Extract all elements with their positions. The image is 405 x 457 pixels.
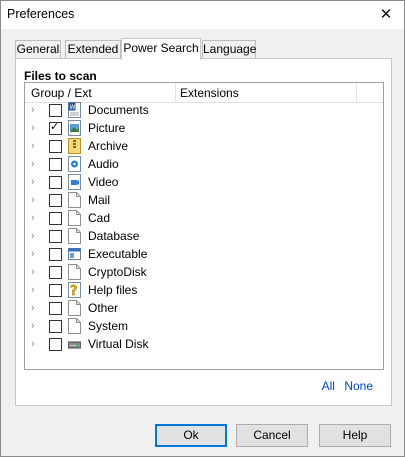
list-item[interactable]: › ✓ Picture: [25, 120, 383, 138]
row-checkbox[interactable]: [49, 212, 62, 225]
list-item[interactable]: › Archive: [25, 138, 383, 156]
expand-chevron-icon[interactable]: ›: [31, 103, 41, 117]
archive-icon: [68, 138, 81, 154]
blank-file-icon: [68, 228, 81, 244]
title-bar: Preferences ✕: [1, 1, 404, 29]
list-item[interactable]: › Virtual Disk: [25, 336, 383, 354]
row-label: Other: [88, 301, 119, 315]
row-label: CryptoDisk: [88, 265, 147, 279]
row-checkbox[interactable]: [49, 284, 62, 297]
row-label: Mail: [88, 193, 111, 207]
row-checkbox[interactable]: [49, 158, 62, 171]
row-checkbox[interactable]: [49, 266, 62, 279]
row-checkbox[interactable]: [49, 302, 62, 315]
row-label: Virtual Disk: [88, 337, 149, 351]
select-none-link[interactable]: None: [344, 379, 373, 393]
blank-file-icon: [68, 300, 81, 316]
row-label: Database: [88, 229, 140, 243]
blank-file-icon: [68, 210, 81, 226]
tab-general[interactable]: General: [15, 40, 61, 58]
list-item[interactable]: › Cad: [25, 210, 383, 228]
expand-chevron-icon[interactable]: ›: [31, 121, 41, 135]
files-to-scan-label: Files to scan: [24, 69, 97, 83]
column-header-extensions[interactable]: Extensions: [180, 86, 239, 100]
preferences-window: Preferences ✕ General Extended Power Sea…: [0, 0, 405, 457]
column-divider[interactable]: [356, 83, 357, 102]
close-icon[interactable]: ✕: [376, 5, 396, 25]
row-checkbox[interactable]: [49, 194, 62, 207]
window-title: Preferences: [7, 7, 75, 21]
row-label: Documents: [88, 103, 149, 117]
blank-file-icon: [68, 318, 81, 334]
svg-text:?: ?: [70, 284, 78, 298]
help-button[interactable]: Help: [319, 424, 391, 447]
list-item[interactable]: › CryptoDisk: [25, 264, 383, 282]
word-document-icon: W: [68, 102, 81, 118]
list-item[interactable]: › Executable: [25, 246, 383, 264]
row-checkbox[interactable]: [49, 248, 62, 261]
list-item[interactable]: › System: [25, 318, 383, 336]
audio-file-icon: [68, 156, 81, 172]
row-checkbox[interactable]: [49, 320, 62, 333]
list-item[interactable]: › Audio: [25, 156, 383, 174]
row-label: System: [88, 319, 129, 333]
help-file-icon: ?: [68, 282, 81, 299]
list-item[interactable]: › Mail: [25, 192, 383, 210]
svg-text:W: W: [70, 104, 76, 111]
blank-file-icon: [68, 264, 81, 280]
row-label: Help files: [88, 283, 138, 297]
row-checkbox[interactable]: ✓: [49, 121, 62, 135]
list-item[interactable]: › Video: [25, 174, 383, 192]
blank-file-icon: [68, 192, 81, 208]
expand-chevron-icon[interactable]: ›: [31, 247, 41, 261]
expand-chevron-icon[interactable]: ›: [31, 283, 41, 297]
expand-chevron-icon[interactable]: ›: [31, 229, 41, 243]
tab-extended[interactable]: Extended: [65, 40, 121, 58]
row-checkbox[interactable]: [49, 230, 62, 243]
video-file-icon: [68, 174, 81, 190]
expand-chevron-icon[interactable]: ›: [31, 157, 41, 171]
expand-chevron-icon[interactable]: ›: [31, 319, 41, 333]
ok-button[interactable]: Ok: [155, 424, 227, 447]
column-header-group[interactable]: Group / Ext: [31, 86, 92, 100]
row-checkbox[interactable]: [49, 140, 62, 153]
row-checkbox[interactable]: [49, 176, 62, 189]
expand-chevron-icon[interactable]: ›: [31, 139, 41, 153]
picture-file-icon: [68, 120, 81, 136]
executable-icon: [68, 246, 81, 262]
row-label: Audio: [88, 157, 119, 171]
row-label: Cad: [88, 211, 111, 225]
virtual-disk-icon: [67, 336, 82, 352]
expand-chevron-icon[interactable]: ›: [31, 337, 41, 351]
select-all-link[interactable]: All: [322, 379, 335, 393]
cancel-button[interactable]: Cancel: [236, 424, 308, 447]
row-checkbox[interactable]: [49, 104, 62, 117]
expand-chevron-icon[interactable]: ›: [31, 175, 41, 189]
expand-chevron-icon[interactable]: ›: [31, 301, 41, 315]
row-checkbox[interactable]: [49, 338, 62, 351]
list-item[interactable]: › W Documents: [25, 102, 383, 120]
expand-chevron-icon[interactable]: ›: [31, 211, 41, 225]
tab-language[interactable]: Language: [202, 40, 256, 58]
list-item[interactable]: ›? Help files: [25, 282, 383, 300]
select-links: All None: [316, 379, 373, 393]
list-item[interactable]: › Other: [25, 300, 383, 318]
file-groups-list[interactable]: Group / Ext Extensions › W Documents › ✓ Pict…: [24, 82, 384, 370]
row-label: Archive: [88, 139, 129, 153]
tab-power-search[interactable]: Power Search: [121, 38, 201, 60]
expand-chevron-icon[interactable]: ›: [31, 193, 41, 207]
row-label: Executable: [88, 247, 148, 261]
checkmark-icon: ✓: [50, 121, 60, 133]
column-divider[interactable]: [175, 83, 176, 102]
list-header: Group / Ext Extensions: [25, 83, 383, 103]
row-label: Video: [88, 175, 119, 189]
row-label: Picture: [88, 121, 126, 135]
power-search-panel: Files to scan Group / Ext Extensions › W D…: [15, 58, 392, 406]
expand-chevron-icon[interactable]: ›: [31, 265, 41, 279]
list-item[interactable]: › Database: [25, 228, 383, 246]
